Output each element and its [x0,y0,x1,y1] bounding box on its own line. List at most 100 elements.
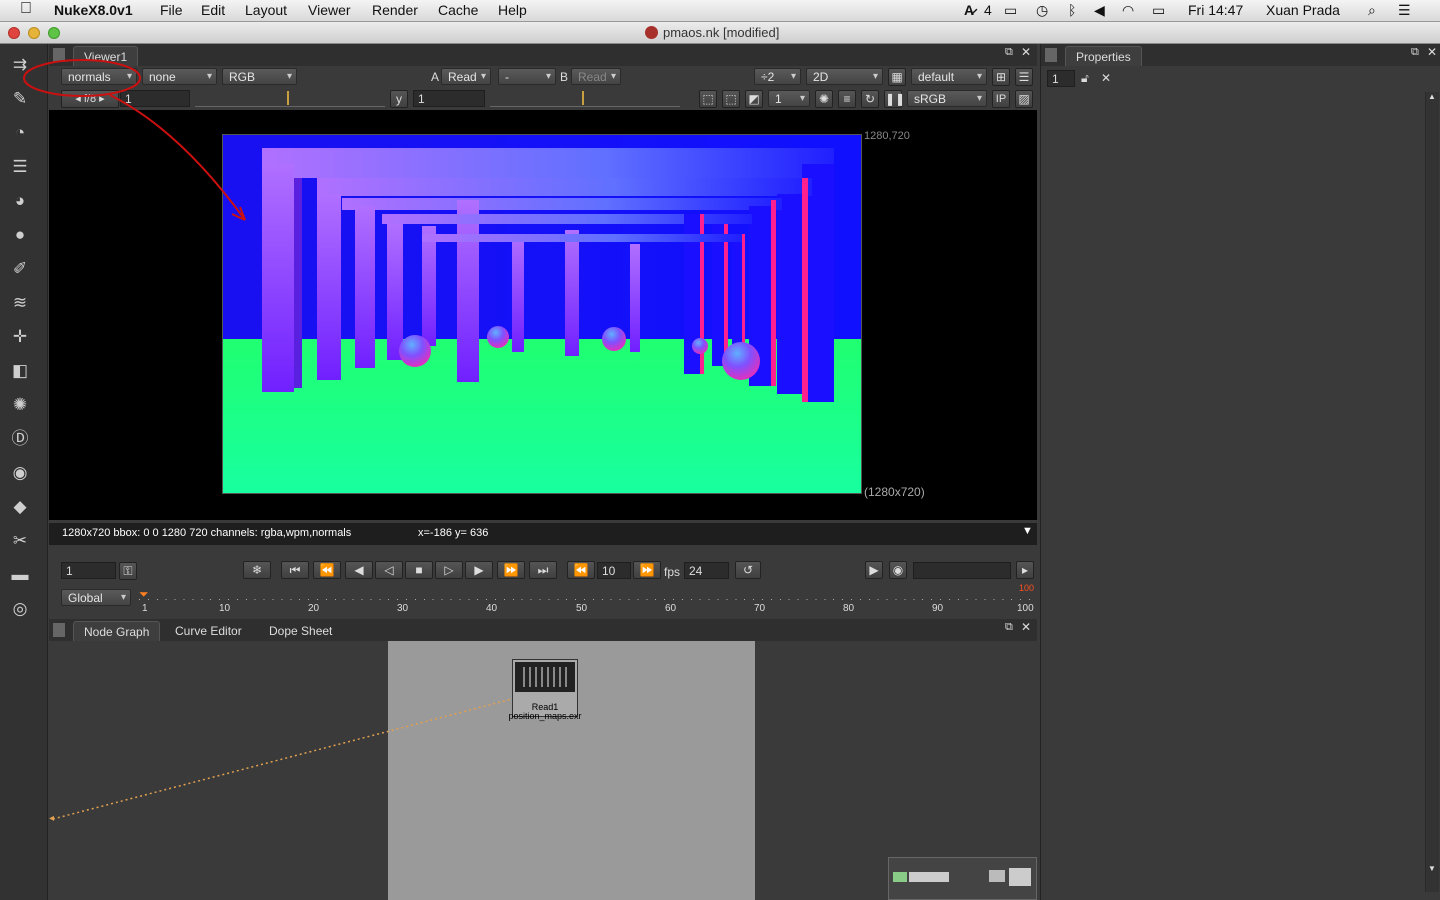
first-frame-icon[interactable]: ⏮ [281,561,309,579]
loop-icon[interactable]: ↺ [735,561,761,579]
colorspace-dropdown[interactable]: sRGB [907,90,987,107]
menu-edit[interactable]: Edit [201,2,225,18]
bluetooth-icon[interactable]: ᛒ [1068,2,1076,18]
stop-icon[interactable]: ■ [405,561,433,579]
skip-forward-icon[interactable]: ⏩ [633,561,661,579]
float-panel-icon[interactable]: ⧉ [1411,46,1419,59]
panel-grip-icon[interactable] [1045,48,1057,62]
nodegraph-canvas[interactable]: ◂ Read1 position_maps.exr [49,641,1037,900]
filter-nodes-icon[interactable]: ● [9,224,31,246]
gamma-toggle[interactable]: y [390,90,408,108]
menu-layout[interactable]: Layout [245,2,287,18]
view-mode-dropdown[interactable]: 2D [806,68,883,85]
panel-grip-icon[interactable] [53,623,65,637]
furnace-nodes-icon[interactable]: ▬ [9,564,31,586]
wipe-icon[interactable]: ▨ [1015,90,1033,108]
panel-grip-icon[interactable] [53,48,65,62]
record-icon[interactable]: ◉ [889,561,907,579]
particles-nodes-icon[interactable]: ✺ [9,394,31,416]
next-keyframe-icon[interactable]: ⏩ [497,561,525,579]
gamma-field[interactable]: 1 [413,90,485,107]
menu-help[interactable]: Help [498,2,527,18]
step-back-icon[interactable]: ◁ [375,561,403,579]
other-nodes-icon[interactable]: ✂ [9,530,31,552]
close-panel-icon[interactable]: ✕ [1021,45,1031,59]
tab-properties[interactable]: Properties [1065,46,1142,66]
scroll-up-icon[interactable]: ▲ [1428,92,1436,101]
adobe-icon[interactable]: A̷ [964,2,974,18]
float-panel-icon[interactable]: ⧉ [1005,621,1013,634]
time-nodes-icon[interactable]: ◔ [9,122,31,144]
battery-status-icon[interactable]: ▭ [1004,2,1017,19]
ip-button[interactable]: IP [992,90,1010,108]
menu-file[interactable]: File [160,2,183,18]
channel-nodes-icon[interactable]: ☰ [9,156,31,178]
crop-icon[interactable]: ⬚ [722,90,740,108]
flipbook-icon[interactable]: ▶ [865,561,883,579]
float-panel-icon[interactable]: ⧉ [1005,46,1013,59]
read1-node[interactable]: Read1 position_maps.exr [508,659,582,721]
time-machine-icon[interactable]: ◷ [1036,2,1048,19]
transform-nodes-icon[interactable]: ✛ [9,326,31,348]
gamma-slider-handle[interactable] [582,91,584,105]
downscale-dropdown[interactable]: ÷2 [754,68,801,85]
snapshot-icon[interactable]: ❄ [243,561,271,579]
gain-slider-handle[interactable] [287,91,289,105]
viewer-menu-icon[interactable]: ☰ [1015,68,1033,86]
tab-node-graph[interactable]: Node Graph [73,621,161,641]
nodegraph-navigator[interactable] [888,857,1037,900]
a-input-dropdown[interactable]: Read [441,68,491,85]
3d-nodes-icon[interactable]: ◧ [9,360,31,382]
render-icon[interactable]: ✺ [815,90,833,108]
proxy-dropdown[interactable]: 1 [768,90,810,107]
keyer-nodes-icon[interactable]: ✐ [9,258,31,280]
gain-field[interactable]: 1 [120,90,190,107]
info-expand-icon[interactable]: ▼ [1022,525,1033,537]
lock-panels-icon[interactable]: 🔓︎ [1081,71,1089,86]
deep-nodes-icon[interactable]: Ⓓ [9,428,31,450]
views-nodes-icon[interactable]: ◉ [9,462,31,484]
menu-viewer[interactable]: Viewer [308,2,351,18]
step-forward-icon[interactable]: ▷ [435,561,463,579]
nuke-logo-icon[interactable]: ◎ [9,598,31,620]
wipe-operation-dropdown[interactable]: - [498,68,556,85]
wifi-icon[interactable]: ◠ [1122,2,1134,19]
toolbar-menu-icon[interactable]: ⇉ [9,54,31,76]
notification-center-icon[interactable]: ☰ [1398,2,1411,19]
refresh-icon[interactable]: ↻ [861,90,879,108]
close-panel-icon[interactable]: ✕ [1021,620,1031,634]
battery-icon[interactable]: ▭ [1152,2,1165,19]
last-frame-icon[interactable]: ⏭ [529,561,557,579]
gamma-slider[interactable] [490,90,680,107]
scroll-down-icon[interactable]: ▼ [1428,864,1436,873]
lock-icon[interactable]: ⚿ [119,562,137,580]
pause-icon[interactable]: ❚❚ [884,90,905,108]
prev-keyframe-icon[interactable]: ⏪ [313,561,341,579]
play-forward-icon[interactable]: ▶ [465,561,493,579]
menu-cache[interactable]: Cache [438,2,478,18]
lines-icon[interactable]: ≡ [838,90,856,108]
clock[interactable]: Fri 14:47 [1188,2,1243,18]
viewer-viewport[interactable]: 1280,720 (1280x720) [49,110,1037,520]
tab-dope-sheet[interactable]: Dope Sheet [259,621,342,641]
user-name[interactable]: Xuan Prada [1266,2,1340,18]
fstop-control[interactable]: ◂ f/8 ▸ [61,90,119,108]
image-nodes-icon[interactable]: ✎ [9,88,31,110]
zoom-window-button[interactable] [48,27,60,39]
color-nodes-icon[interactable]: ◕ [9,190,31,212]
apple-icon[interactable]:  [20,0,32,18]
tab-curve-editor[interactable]: Curve Editor [165,621,252,641]
display-channels-dropdown[interactable]: RGB [222,68,297,85]
gain-slider[interactable] [195,90,385,107]
play-backward-icon[interactable]: ◀ [345,561,373,579]
roi-icon[interactable]: ▦ [888,68,906,86]
close-window-button[interactable] [8,27,20,39]
playhead-marker[interactable]: ⏷ [139,587,149,601]
app-menu[interactable]: NukeX8.0v1 [54,2,133,18]
clear-panels-icon[interactable]: ✕ [1101,71,1111,85]
fps-field[interactable]: 24 [684,562,729,579]
alpha-channel-dropdown[interactable]: none [142,68,217,85]
region-icon[interactable]: ⬚ [699,90,717,108]
merge-nodes-icon[interactable]: ≋ [9,292,31,314]
viewer-settings-icon[interactable]: ⊞ [992,68,1010,86]
